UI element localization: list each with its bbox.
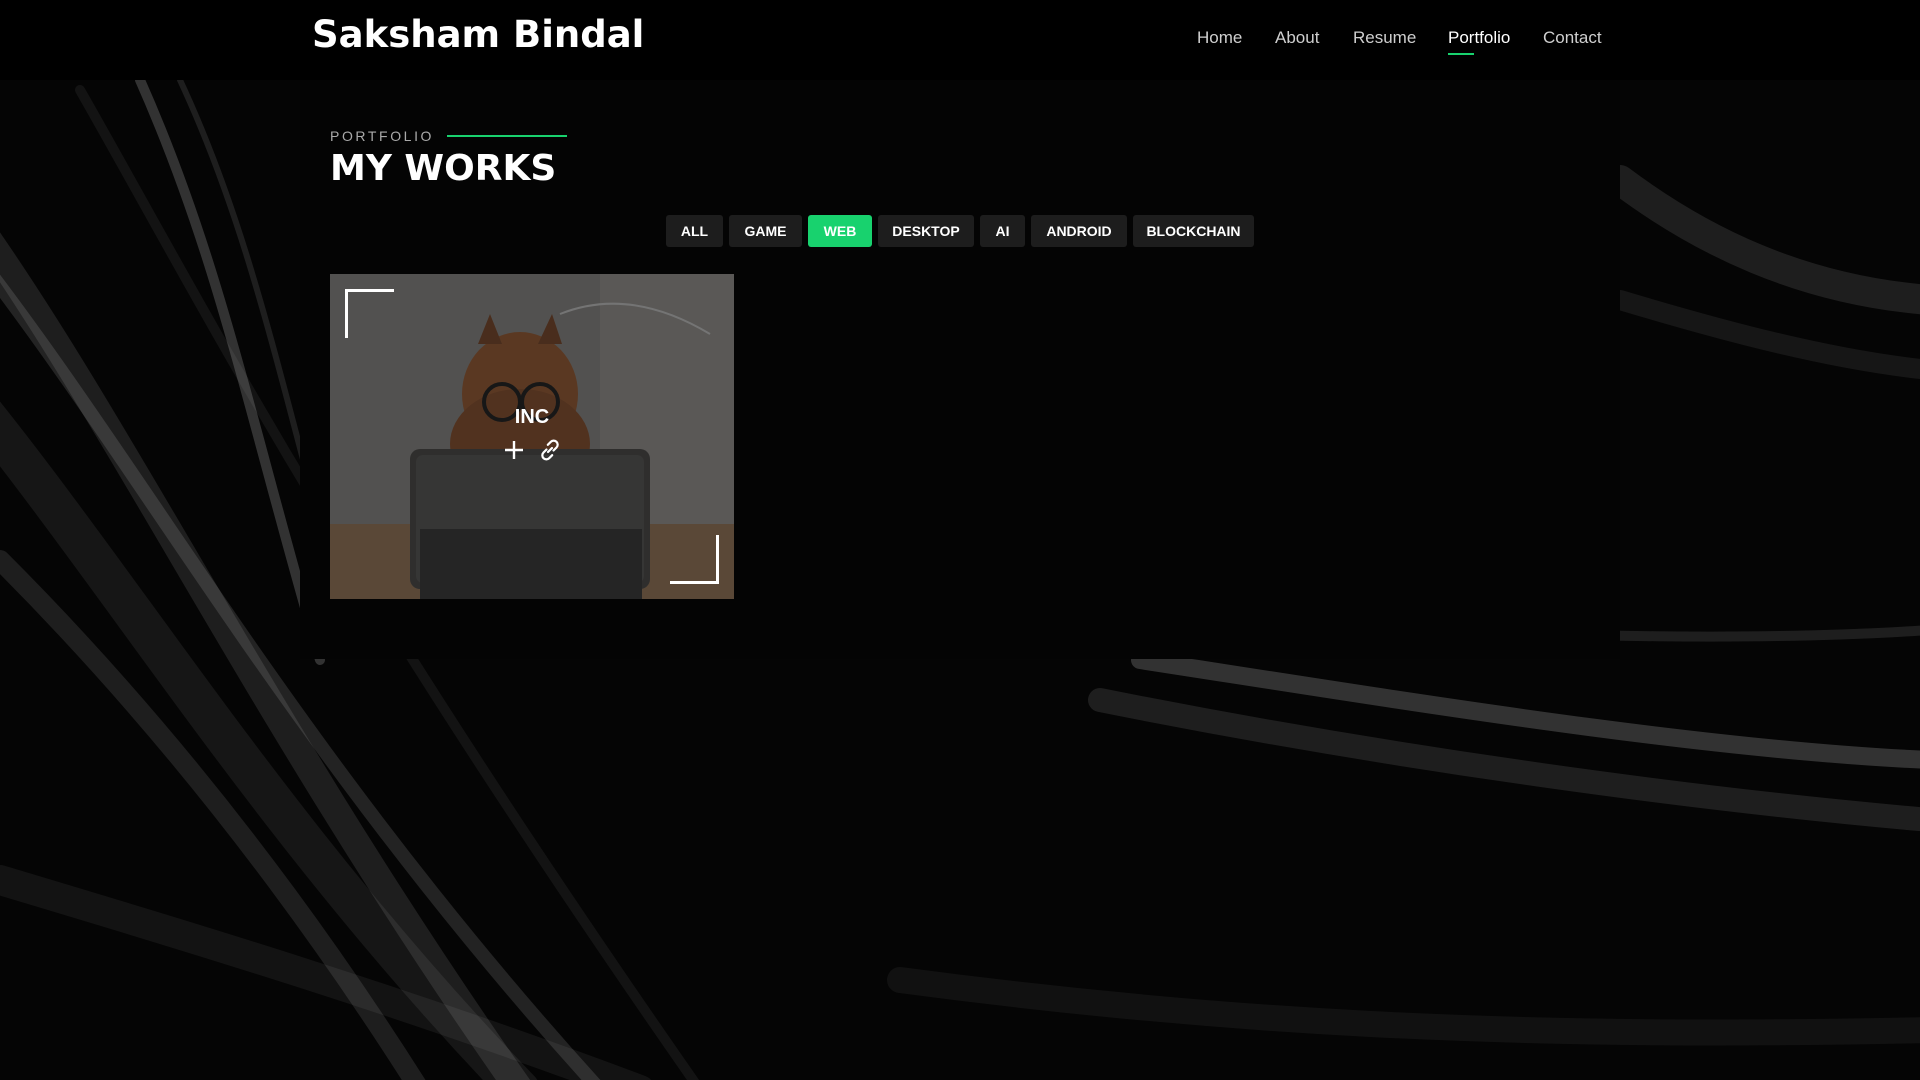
- corner-bracket-top-left: [345, 289, 394, 338]
- portfolio-item-title: INC: [514, 406, 550, 428]
- section-eyebrow-label: PORTFOLIO: [330, 127, 435, 144]
- filter-web[interactable]: WEB: [808, 215, 872, 247]
- nav-link-home[interactable]: Home: [1197, 28, 1242, 48]
- section-eyebrow-line: [447, 134, 568, 137]
- filter-game[interactable]: GAME: [729, 215, 802, 247]
- portfolio-item[interactable]: INC: [330, 274, 734, 599]
- filter-android[interactable]: ANDROID: [1031, 215, 1127, 247]
- corner-bracket-bottom-right: [670, 535, 719, 584]
- nav-link-about[interactable]: About: [1275, 28, 1319, 48]
- site-logo[interactable]: Saksham Bindal: [312, 13, 644, 56]
- filter-all[interactable]: ALL: [666, 215, 723, 247]
- nav-link-contact[interactable]: Contact: [1543, 28, 1602, 48]
- nav-link-portfolio[interactable]: Portfolio: [1448, 28, 1510, 48]
- plus-icon[interactable]: [500, 436, 528, 464]
- site-header: Saksham Bindal Home About Resume Portfol…: [0, 0, 1920, 80]
- section-eyebrow: PORTFOLIO: [330, 125, 568, 144]
- nav-active-indicator: [1448, 53, 1474, 55]
- nav-link-resume[interactable]: Resume: [1353, 28, 1416, 48]
- filter-desktop[interactable]: DESKTOP: [878, 215, 974, 247]
- filter-blockchain[interactable]: BLOCKCHAIN: [1133, 215, 1254, 247]
- main-nav: Home About Resume Portfolio Contact: [1180, 28, 1610, 58]
- link-icon[interactable]: [536, 436, 564, 464]
- portfolio-item-actions: [330, 436, 734, 464]
- filter-ai[interactable]: AI: [980, 215, 1025, 247]
- section-title: MY WORKS: [330, 148, 557, 189]
- portfolio-section: PORTFOLIO MY WORKS ALL GAME WEB DESKTOP …: [300, 80, 1620, 659]
